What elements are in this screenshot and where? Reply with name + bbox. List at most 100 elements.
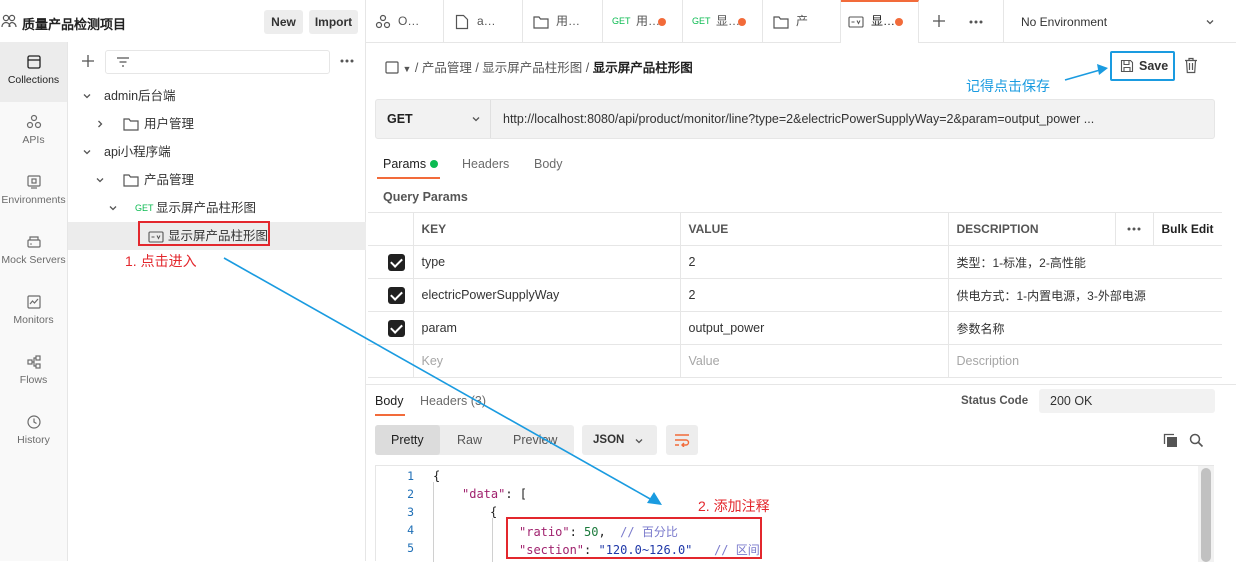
tab-label: 显…: [871, 14, 896, 28]
param-key[interactable]: param: [412, 311, 681, 345]
sidebar-item-history[interactable]: History: [0, 402, 67, 462]
param-checkbox[interactable]: [368, 278, 414, 312]
view-pretty-label: Pretty: [391, 433, 424, 447]
active-tab-underline: [375, 414, 405, 416]
tab-folder-product[interactable]: 产: [763, 0, 841, 43]
key-placeholder[interactable]: Key: [412, 344, 681, 378]
response-tab-body[interactable]: Body: [375, 394, 404, 408]
unsaved-dot: [895, 18, 903, 26]
code-line: "data": [: [462, 487, 527, 501]
line-number: 2: [407, 487, 414, 501]
tab-document[interactable]: a…: [444, 0, 523, 43]
view-pretty-button[interactable]: Pretty: [375, 425, 440, 455]
import-button[interactable]: Import: [309, 10, 358, 34]
example-icon: [848, 16, 864, 28]
url-input[interactable]: http://localhost:8080/api/product/monito…: [503, 100, 1094, 138]
save-button[interactable]: Save: [1110, 51, 1175, 81]
breadcrumb-folder[interactable]: 产品管理: [422, 61, 472, 75]
collection-api[interactable]: api小程序端: [68, 138, 366, 166]
param-checkbox[interactable]: [368, 311, 414, 345]
value-placeholder[interactable]: Value: [679, 344, 949, 378]
checkbox-checked[interactable]: [388, 286, 405, 304]
param-value[interactable]: output_power: [679, 311, 949, 345]
sidebar-item-collections[interactable]: Collections: [0, 42, 67, 102]
tab-body[interactable]: Body: [534, 157, 563, 171]
new-tab-icon[interactable]: [932, 14, 946, 28]
sidebar-label: Collections: [7, 74, 60, 86]
scrollbar-track[interactable]: [1198, 466, 1214, 562]
indent-guide: [433, 482, 434, 562]
collection-admin[interactable]: admin后台端: [68, 82, 366, 110]
checkbox-checked[interactable]: [388, 253, 405, 271]
filter-icon: [116, 56, 130, 68]
param-checkbox[interactable]: [368, 245, 414, 279]
annotation-step2: 2. 添加注释: [698, 498, 770, 514]
table-more-icon[interactable]: [1114, 212, 1154, 246]
method-label: GET: [387, 112, 413, 126]
param-description[interactable]: 类型：1-标准，2-高性能: [947, 245, 1222, 279]
breadcrumb-request[interactable]: 显示屏产品柱形图: [482, 61, 582, 75]
tab-request-user[interactable]: GET 用…: [603, 0, 683, 43]
request-item[interactable]: GET 显示屏产品柱形图: [68, 194, 366, 222]
param-value[interactable]: 2: [679, 245, 949, 279]
request-name: 显示屏产品柱形图: [156, 201, 257, 215]
tab-folder-user[interactable]: 用…: [523, 0, 603, 43]
param-description[interactable]: 供电方式：1-内置电源，3-外部电源: [947, 278, 1222, 312]
bulk-edit-button[interactable]: Bulk Edit: [1152, 212, 1222, 246]
sidebar-item-environments[interactable]: Environments: [0, 162, 67, 222]
add-collection-icon[interactable]: [81, 54, 95, 68]
tab-label: 用…: [556, 14, 581, 28]
folder-name: 用户管理: [144, 117, 195, 131]
format-select[interactable]: JSON: [582, 425, 657, 455]
folder-icon: [773, 16, 789, 29]
col-value: VALUE: [679, 212, 949, 246]
wrap-lines-button[interactable]: [666, 425, 698, 455]
tab-overview[interactable]: O…: [366, 0, 444, 43]
tabs-more-icon[interactable]: [969, 20, 983, 24]
method-select[interactable]: GET: [376, 100, 491, 138]
sidebar-item-monitors[interactable]: Monitors: [0, 282, 67, 342]
view-preview-button[interactable]: Preview: [513, 433, 557, 447]
search-icon[interactable]: [1189, 433, 1204, 448]
new-button[interactable]: New: [264, 10, 303, 34]
param-value[interactable]: 2: [679, 278, 949, 312]
more-options-icon[interactable]: [340, 59, 354, 63]
tab-headers[interactable]: Headers: [462, 157, 509, 171]
response-body-viewer[interactable]: 1 { 2 "data": [ 3 { 4 "ratio": 50, // 百分…: [375, 465, 1214, 562]
sidebar-label: Mock Servers: [1, 254, 66, 266]
scrollbar-thumb[interactable]: [1201, 468, 1211, 562]
table-row: electricPowerSupplyWay 2 供电方式：1-内置电源，3-外…: [368, 278, 1222, 312]
description-placeholder[interactable]: Description: [947, 344, 1222, 378]
checkbox-checked[interactable]: [388, 319, 405, 337]
caret-down-icon: ▼: [402, 64, 412, 74]
sidebar-item-mock-servers[interactable]: Mock Servers: [0, 222, 67, 282]
folder-user-mgmt[interactable]: 用户管理: [68, 110, 366, 138]
method-badge: GET: [692, 16, 711, 26]
view-raw-button[interactable]: Raw: [457, 433, 482, 447]
tab-request-display[interactable]: GET 显…: [683, 0, 763, 43]
param-key[interactable]: type: [412, 245, 681, 279]
collection-name: api小程序端: [104, 145, 171, 159]
environment-selector[interactable]: No Environment: [1003, 0, 1236, 43]
filter-input[interactable]: [105, 50, 330, 74]
sidebar-item-flows[interactable]: Flows: [0, 342, 67, 402]
table-row-empty: Key Value Description: [368, 344, 1222, 378]
param-key[interactable]: electricPowerSupplyWay: [412, 278, 681, 312]
delete-icon[interactable]: [1184, 57, 1198, 74]
chevron-down-icon: [109, 206, 117, 211]
tab-label: a…: [477, 14, 496, 28]
line-number: 1: [407, 469, 414, 483]
workspace-name[interactable]: 质量产品检测项目: [22, 14, 126, 33]
sidebar-item-apis[interactable]: APIs: [0, 102, 67, 162]
annotation-save-hint: 记得点击保存: [966, 78, 1050, 94]
table-row: param output_power 参数名称: [368, 311, 1222, 345]
chevron-down-icon: [83, 94, 91, 99]
tab-params[interactable]: Params: [383, 157, 426, 171]
sidebar-label: History: [17, 434, 50, 446]
folder-product-mgmt[interactable]: 产品管理: [68, 166, 366, 194]
copy-icon[interactable]: [1163, 433, 1178, 448]
tab-example-active[interactable]: 显…: [841, 0, 919, 43]
param-description[interactable]: 参数名称: [947, 311, 1222, 345]
breadcrumb: ▼ / 产品管理 / 显示屏产品柱形图 / 显示屏产品柱形图: [385, 57, 693, 76]
response-tab-headers[interactable]: Headers (3): [420, 394, 486, 408]
